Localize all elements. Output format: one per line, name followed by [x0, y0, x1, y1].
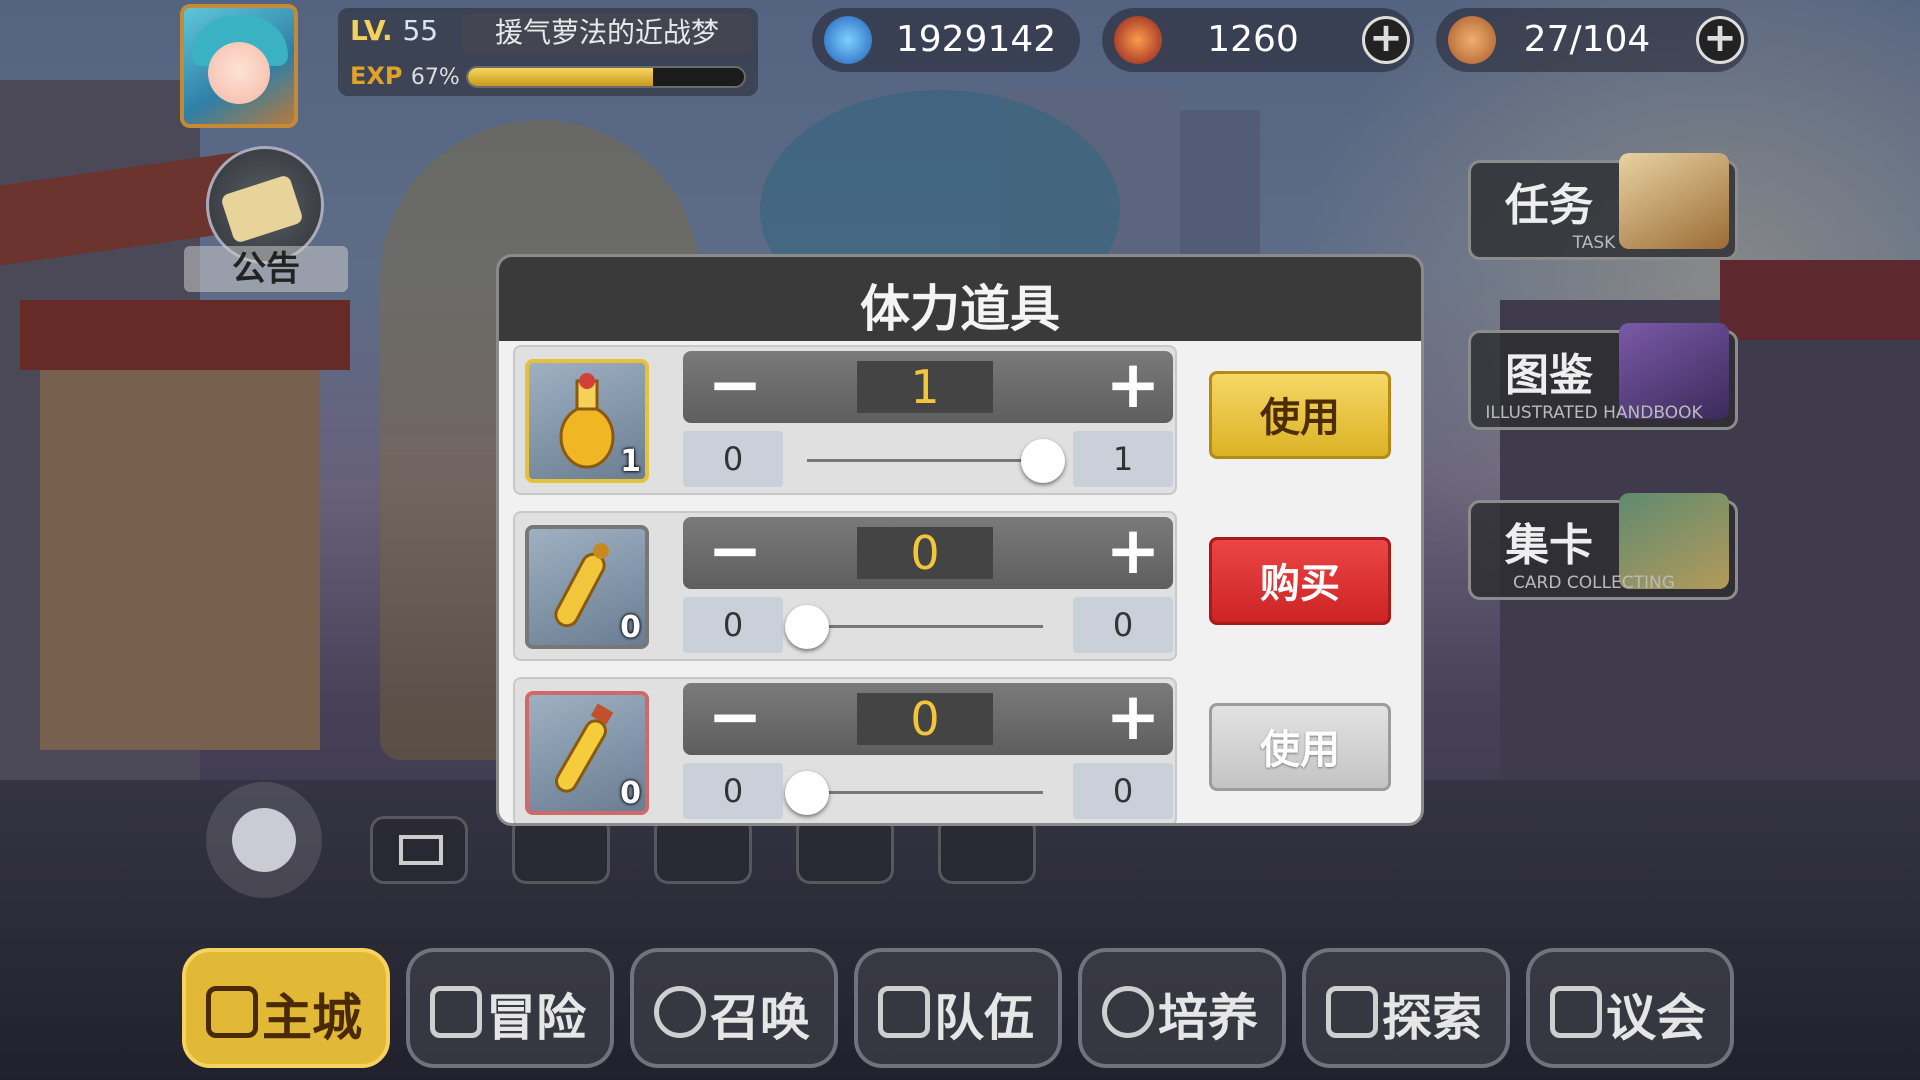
- decrease-button[interactable]: −: [705, 684, 765, 753]
- card-collect-subtitle: CARD COLLECTING: [1513, 573, 1675, 593]
- nav-main-city[interactable]: 主城: [182, 948, 390, 1068]
- nav-explore[interactable]: 探索: [1302, 948, 1510, 1068]
- stamina-items-dialog: 体力道具 1 − 1 + 0 1 使用 0 − 0 + 0 0 购买 0 − 0…: [496, 254, 1424, 826]
- task-subtitle: TASK: [1572, 233, 1616, 253]
- crystal-value: 1260: [1207, 19, 1299, 60]
- item-count: 1: [620, 444, 641, 479]
- stamina-value: 27/104: [1523, 19, 1651, 60]
- item-row: 0 − 0 + 0 0: [513, 677, 1177, 823]
- level-display: LV. 55: [350, 14, 439, 47]
- add-crystal-button[interactable]: +: [1362, 16, 1410, 64]
- bread-icon: [1448, 16, 1496, 64]
- slider-max: 0: [1073, 597, 1173, 653]
- explore-icon: [1326, 986, 1378, 1038]
- card-collect-title: 集卡: [1505, 520, 1593, 571]
- medium-potion-item[interactable]: 0: [525, 525, 649, 649]
- nav-team[interactable]: 队伍: [854, 948, 1062, 1068]
- slider-knob[interactable]: [785, 771, 829, 815]
- quantity-value: 1: [857, 361, 993, 413]
- slider-min: 0: [683, 597, 783, 653]
- blue-flame-icon: [824, 16, 872, 64]
- nav-label: 培养: [1158, 989, 1258, 1047]
- guild-button[interactable]: [938, 816, 1036, 884]
- notice-label: 公告: [184, 246, 348, 292]
- quantity-value: 0: [857, 693, 993, 745]
- shop-button[interactable]: [654, 816, 752, 884]
- player-avatar[interactable]: [180, 4, 298, 128]
- slider-min: 0: [683, 431, 783, 487]
- nav-label: 议会: [1606, 989, 1706, 1047]
- nav-summon[interactable]: 召唤: [630, 948, 838, 1068]
- item-count: 0: [620, 610, 641, 645]
- slider-track[interactable]: [807, 791, 1043, 794]
- quantity-value: 0: [857, 527, 993, 579]
- exp-bar: [466, 66, 746, 88]
- handbook-title: 图鉴: [1505, 350, 1593, 401]
- resource-gems: 1929142: [812, 8, 1080, 72]
- nav-label: 队伍: [934, 989, 1034, 1047]
- slider-track[interactable]: [807, 459, 1043, 462]
- friend-button[interactable]: [512, 816, 610, 884]
- small-potion-item[interactable]: 0: [525, 691, 649, 815]
- use-button[interactable]: 使用: [1209, 371, 1391, 459]
- resource-crystal: 1260 +: [1102, 8, 1414, 72]
- nav-label: 主城: [262, 989, 362, 1047]
- large-potion-item[interactable]: 1: [525, 359, 649, 483]
- nav-label: 冒险: [486, 989, 586, 1047]
- increase-button[interactable]: +: [1103, 518, 1163, 587]
- train-icon: [1102, 986, 1154, 1038]
- add-stamina-button[interactable]: +: [1696, 16, 1744, 64]
- mail-icon: [399, 835, 443, 865]
- increase-button[interactable]: +: [1103, 684, 1163, 753]
- dialog-title: 体力道具: [860, 280, 1060, 338]
- exp-percent: 67%: [410, 65, 460, 90]
- gift-button[interactable]: [796, 816, 894, 884]
- quantity-stepper: − 0 +: [683, 683, 1173, 755]
- gems-value: 1929142: [895, 19, 1057, 60]
- player-level-panel: LV. 55 援气萝法的近战梦 EXP 67%: [338, 8, 758, 96]
- nav-label: 召唤: [710, 989, 810, 1047]
- nav-train[interactable]: 培养: [1078, 948, 1286, 1068]
- dialog-header: 体力道具: [499, 257, 1421, 341]
- decrease-button[interactable]: −: [705, 518, 765, 587]
- decrease-button[interactable]: −: [705, 352, 765, 421]
- slider-knob[interactable]: [1021, 439, 1065, 483]
- council-icon: [1550, 986, 1602, 1038]
- castle-icon: [206, 986, 258, 1038]
- slider-track[interactable]: [807, 625, 1043, 628]
- slider-min: 0: [683, 763, 783, 819]
- slider-max: 0: [1073, 763, 1173, 819]
- notice-button[interactable]: 公告: [184, 146, 348, 296]
- quantity-stepper: − 1 +: [683, 351, 1173, 423]
- item-row: 1 − 1 + 0 1: [513, 345, 1177, 495]
- quantity-stepper: − 0 +: [683, 517, 1173, 589]
- team-icon: [878, 986, 930, 1038]
- level-number: 55: [402, 14, 439, 47]
- player-name: 援气萝法的近战梦: [462, 14, 752, 52]
- nav-adventure[interactable]: 冒险: [406, 948, 614, 1068]
- item-count: 0: [620, 776, 641, 811]
- joystick-handle[interactable]: [232, 808, 296, 872]
- crossed-swords-icon: [430, 986, 482, 1038]
- mail-button[interactable]: [370, 816, 468, 884]
- handbook-subtitle: ILLUSTRATED HANDBOOK: [1485, 403, 1703, 423]
- task-button[interactable]: 任务 TASK: [1468, 153, 1738, 260]
- nav-council[interactable]: 议会: [1526, 948, 1734, 1068]
- hexagram-icon: [654, 986, 706, 1038]
- red-crystal-icon: [1114, 16, 1162, 64]
- use-button-disabled[interactable]: 使用: [1209, 703, 1391, 791]
- task-title: 任务: [1505, 180, 1593, 231]
- handbook-button[interactable]: 图鉴 ILLUSTRATED HANDBOOK: [1468, 323, 1738, 430]
- slider-knob[interactable]: [785, 605, 829, 649]
- exp-label: EXP 67%: [350, 62, 460, 90]
- buy-button[interactable]: 购买: [1209, 537, 1391, 625]
- resource-stamina: 27/104 +: [1436, 8, 1748, 72]
- increase-button[interactable]: +: [1103, 352, 1163, 421]
- nav-label: 探索: [1382, 989, 1482, 1047]
- card-collect-button[interactable]: 集卡 CARD COLLECTING: [1468, 493, 1738, 600]
- slider-max: 1: [1073, 431, 1173, 487]
- item-row: 0 − 0 + 0 0: [513, 511, 1177, 661]
